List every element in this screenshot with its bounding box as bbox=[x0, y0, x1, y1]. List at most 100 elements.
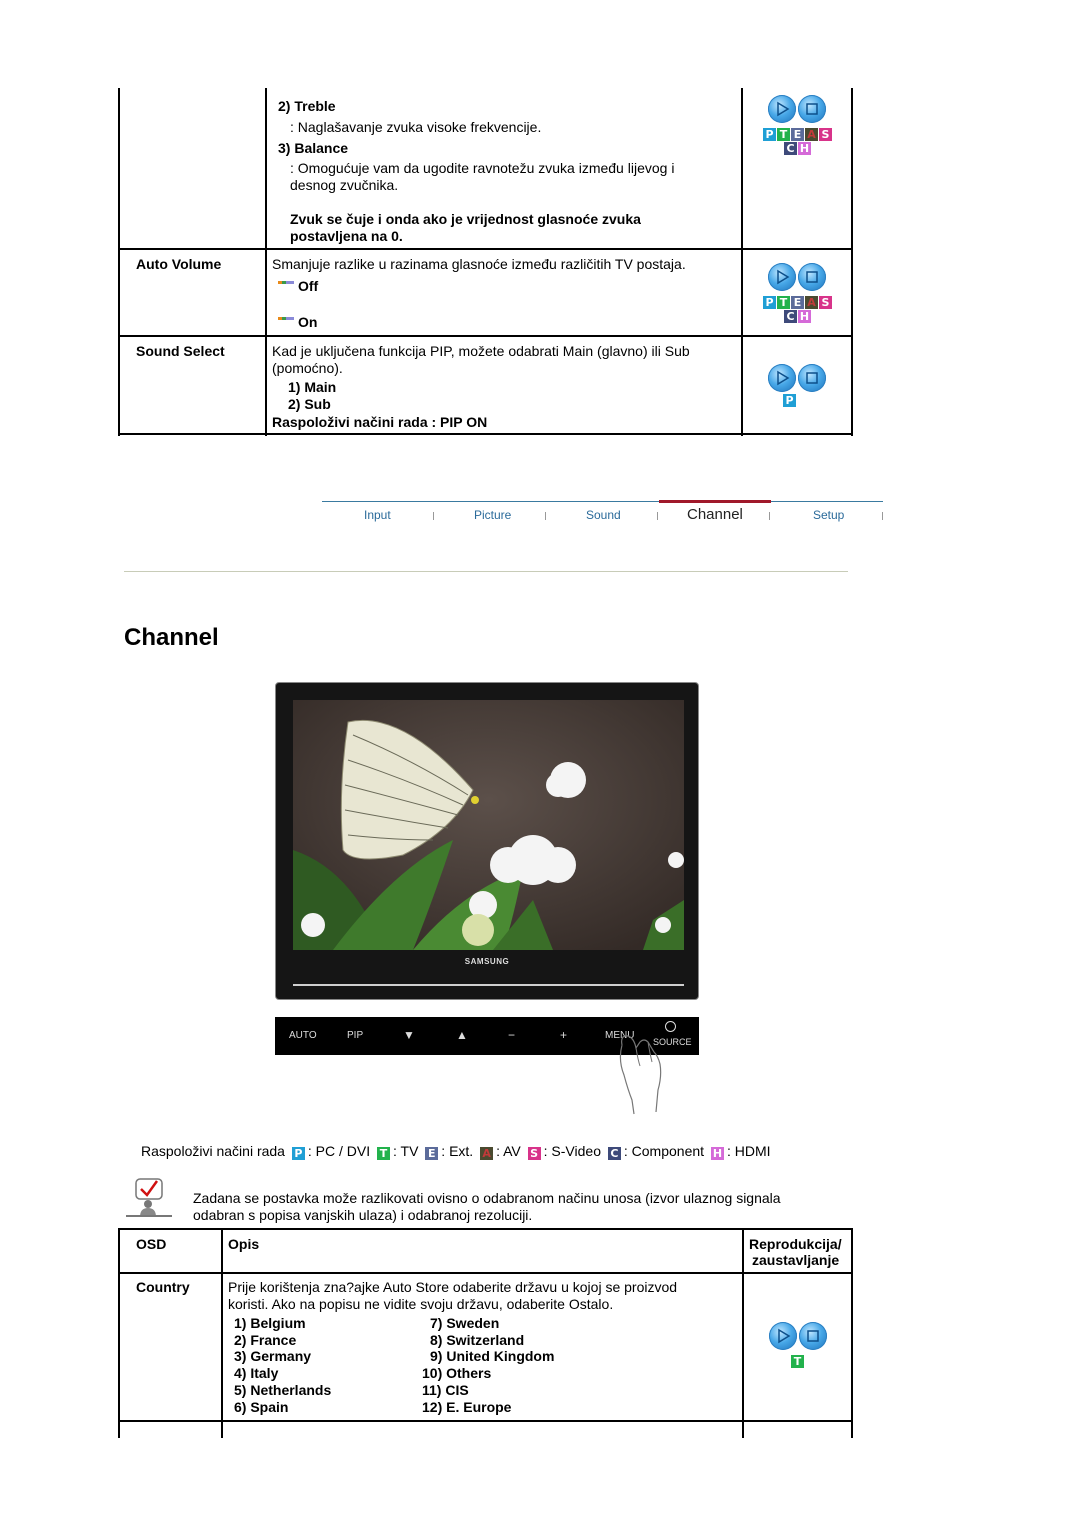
auto-button[interactable]: AUTO bbox=[289, 1030, 317, 1041]
hand-pointer-icon bbox=[619, 1035, 662, 1115]
table-border bbox=[118, 1228, 120, 1438]
country-item: 9) United Kingdom bbox=[430, 1348, 555, 1364]
country-item: 8) Switzerland bbox=[430, 1332, 525, 1348]
mode-c-icon: C bbox=[607, 1147, 621, 1160]
mode-t-icon: T bbox=[777, 296, 790, 309]
balance-label: 3) Balance bbox=[278, 140, 349, 156]
header-play-line1: Reprodukcija/ bbox=[749, 1236, 842, 1252]
table-border bbox=[742, 1228, 744, 1438]
treble-desc: : Naglašavanje zvuka visoke frekvencije. bbox=[290, 119, 542, 135]
play-icon[interactable] bbox=[768, 263, 796, 291]
mode-e-icon: E bbox=[425, 1147, 439, 1160]
mode-s-icon: S bbox=[819, 128, 832, 141]
mode-h-icon: H bbox=[798, 142, 811, 155]
play-icon[interactable] bbox=[768, 95, 796, 123]
country-item: 6) Spain bbox=[234, 1399, 289, 1415]
down-button[interactable]: ▼ bbox=[403, 1028, 415, 1042]
table-border bbox=[741, 88, 743, 436]
country-item: 10) Others bbox=[422, 1365, 492, 1381]
play-stop-icons[interactable] bbox=[768, 263, 830, 293]
header-play-line2: zaustavljanje bbox=[752, 1252, 840, 1268]
stop-icon[interactable] bbox=[798, 95, 826, 123]
country-desc-line1: Prije korištenja zna?ajke Auto Store oda… bbox=[228, 1279, 678, 1295]
legend-label: : Component bbox=[623, 1143, 705, 1159]
legend-label: : PC / DVI bbox=[307, 1143, 371, 1159]
legend-label: : S-Video bbox=[543, 1143, 601, 1159]
table-border bbox=[265, 88, 267, 436]
mode-badges: P T E A S C H bbox=[763, 296, 835, 326]
nav-separator bbox=[657, 512, 658, 520]
tab-picture[interactable]: Picture bbox=[474, 508, 511, 522]
table-border bbox=[118, 88, 120, 436]
mode-p-icon: P bbox=[291, 1147, 305, 1160]
tab-sound[interactable]: Sound bbox=[586, 508, 621, 522]
sound-select-desc-line1: Kad je uključena funkcija PIP, možete od… bbox=[272, 343, 690, 359]
play-stop-icons[interactable] bbox=[769, 1322, 831, 1352]
stop-icon[interactable] bbox=[799, 1322, 827, 1350]
header-desc: Opis bbox=[228, 1236, 260, 1252]
balance-desc-line2: desnog zvučnika. bbox=[290, 177, 399, 193]
nav-separator bbox=[882, 512, 883, 520]
mode-t-icon: T bbox=[777, 128, 790, 141]
table-border bbox=[118, 335, 853, 337]
bullet-icon bbox=[278, 317, 294, 320]
legend-label: : HDMI bbox=[726, 1143, 771, 1159]
legend-label: : AV bbox=[496, 1143, 521, 1159]
bullet-icon bbox=[278, 281, 294, 284]
stop-icon[interactable] bbox=[798, 263, 826, 291]
volume-note-line2: postavljena na 0. bbox=[290, 228, 403, 244]
nav-separator bbox=[769, 512, 770, 520]
play-icon[interactable] bbox=[768, 364, 796, 392]
mode-h-icon: H bbox=[798, 310, 811, 323]
table-border bbox=[851, 1228, 853, 1438]
nav-active-indicator bbox=[659, 500, 771, 503]
option-off: Off bbox=[298, 278, 319, 294]
play-stop-icons[interactable] bbox=[768, 364, 830, 394]
notice-line1: Zadana se postavka može razlikovati ovis… bbox=[193, 1190, 781, 1206]
mode-c-icon: C bbox=[784, 142, 797, 155]
plus-button[interactable]: + bbox=[560, 1028, 567, 1042]
osd-sound-select: Sound Select bbox=[136, 343, 225, 359]
nav-separator bbox=[433, 512, 434, 520]
mode-s-icon: S bbox=[819, 296, 832, 309]
table-border bbox=[221, 1228, 223, 1438]
pip-note: Raspoloživi načini rada : PIP ON bbox=[272, 414, 488, 430]
country-item: 3) Germany bbox=[234, 1348, 312, 1364]
play-stop-icons[interactable] bbox=[768, 95, 830, 125]
section-divider bbox=[124, 571, 848, 572]
note-icon bbox=[126, 1178, 172, 1217]
country-item: 2) France bbox=[234, 1332, 297, 1348]
treble-label: 2) Treble bbox=[278, 98, 336, 114]
country-item: 1) Belgium bbox=[234, 1315, 306, 1331]
option-main: 1) Main bbox=[288, 379, 337, 395]
tab-setup[interactable]: Setup bbox=[813, 508, 844, 522]
mode-s-icon: S bbox=[527, 1147, 541, 1160]
mode-a-icon: A bbox=[805, 128, 818, 141]
tab-input[interactable]: Input bbox=[364, 508, 391, 522]
mode-p-icon: P bbox=[763, 128, 776, 141]
mode-t-icon: T bbox=[791, 1355, 804, 1368]
pip-button[interactable]: PIP bbox=[347, 1030, 363, 1041]
play-icon[interactable] bbox=[769, 1322, 797, 1350]
option-sub: 2) Sub bbox=[288, 396, 331, 412]
country-item: 7) Sweden bbox=[430, 1315, 500, 1331]
volume-note-line1: Zvuk se čuje i onda ako je vrijednost gl… bbox=[290, 211, 641, 227]
section-title: Channel bbox=[124, 624, 219, 651]
up-button[interactable]: ▲ bbox=[456, 1028, 468, 1042]
mode-h-icon: H bbox=[710, 1147, 724, 1160]
mode-t-icon: T bbox=[376, 1147, 390, 1160]
tab-channel[interactable]: Channel bbox=[687, 506, 743, 523]
osd-country: Country bbox=[136, 1279, 190, 1295]
balance-desc-line1: : Omogućuje vam da ugodite ravnotežu zvu… bbox=[290, 160, 675, 176]
auto-volume-desc: Smanjuje razlike u razinama glasnoće izm… bbox=[272, 256, 686, 272]
country-item: 4) Italy bbox=[234, 1365, 279, 1381]
monitor-illustration: SAMSUNG bbox=[275, 682, 699, 1000]
option-on: On bbox=[298, 314, 318, 330]
minus-button[interactable]: − bbox=[508, 1028, 515, 1042]
header-osd: OSD bbox=[136, 1236, 167, 1252]
osd-auto-volume: Auto Volume bbox=[136, 256, 222, 272]
legend-label: : TV bbox=[392, 1143, 419, 1159]
mode-e-icon: E bbox=[791, 296, 804, 309]
table-border bbox=[851, 88, 853, 436]
stop-icon[interactable] bbox=[798, 364, 826, 392]
